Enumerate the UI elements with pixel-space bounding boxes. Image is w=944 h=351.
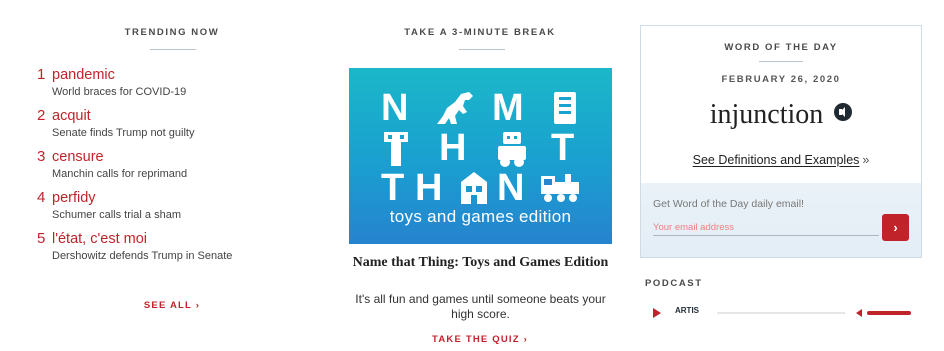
trending-word-link[interactable]: perfidy bbox=[52, 190, 96, 206]
wotd-word[interactable]: injunction bbox=[710, 99, 824, 130]
trending-heading: TRENDING NOW bbox=[124, 27, 220, 38]
dollhouse-icon bbox=[461, 172, 487, 204]
trending-description: Schumer calls trial a sham bbox=[52, 209, 181, 221]
volume-icon[interactable] bbox=[856, 309, 862, 317]
trending-description: World braces for COVID-19 bbox=[52, 86, 187, 98]
podcast-heading: PODCAST bbox=[645, 278, 703, 289]
quiz-title-link[interactable]: Name that Thing: Toys and Games Edition bbox=[349, 256, 612, 270]
trending-rank: 2 bbox=[37, 107, 46, 124]
wotd-heading: WORD OF THE DAY bbox=[724, 42, 838, 53]
see-definitions-row: See Definitions and Examples» bbox=[641, 153, 921, 167]
podcast-player: ARTIS bbox=[645, 303, 920, 323]
trending-now-section: TRENDING NOW 1 pandemic World braces for… bbox=[22, 0, 322, 351]
promo-letter: T bbox=[551, 127, 575, 169]
trending-word-link[interactable]: pandemic bbox=[52, 67, 115, 83]
trending-item-3[interactable]: 3 censure Manchin calls for reprimand bbox=[37, 148, 327, 189]
take-quiz-link[interactable]: TAKE THE QUIZ › bbox=[330, 334, 630, 345]
trending-rank: 4 bbox=[37, 189, 46, 206]
trending-list: 1 pandemic World braces for COVID-19 2 a… bbox=[37, 66, 327, 271]
break-heading: TAKE A 3-MINUTE BREAK bbox=[404, 27, 556, 38]
wotd-heading-rule bbox=[759, 61, 803, 62]
trending-item-4[interactable]: 4 perfidy Schumer calls trial a sham bbox=[37, 189, 327, 230]
trending-rank: 1 bbox=[37, 66, 46, 83]
trending-heading-rule bbox=[150, 49, 196, 50]
robot-toy-icon bbox=[498, 132, 526, 167]
trending-item-5[interactable]: 5 l'état, c'est moi Dershowitz defends T… bbox=[37, 230, 327, 271]
trending-rank: 5 bbox=[37, 230, 46, 247]
promo-letter: T bbox=[381, 167, 405, 209]
promo-letter: H bbox=[415, 167, 443, 209]
trending-description: Manchin calls for reprimand bbox=[52, 168, 188, 180]
wotd-date: FEBRUARY 26, 2020 bbox=[721, 74, 841, 85]
dinosaur-toy-icon bbox=[437, 92, 473, 124]
wotd-word-line: injunction bbox=[641, 99, 921, 131]
trending-word-link[interactable]: acquit bbox=[52, 108, 91, 124]
quiz-description: It's all fun and games until someone bea… bbox=[355, 292, 606, 321]
train-toy-icon bbox=[541, 174, 579, 202]
email-address-input[interactable] bbox=[653, 220, 879, 236]
podcast-logo: ARTIS bbox=[675, 306, 699, 315]
quiz-promo-section: TAKE A 3-MINUTE BREAK N M H T T H N toys… bbox=[330, 0, 630, 351]
promo-letter: N bbox=[381, 87, 409, 129]
promo-letter: M bbox=[492, 87, 524, 129]
quiz-promo-image[interactable]: N M H T T H N toys and games edition bbox=[349, 68, 612, 244]
podcast-progress-bar[interactable] bbox=[717, 312, 845, 314]
trending-item-1[interactable]: 1 pandemic World braces for COVID-19 bbox=[37, 66, 327, 107]
book-toy-icon bbox=[554, 92, 576, 124]
word-of-the-day-card: WORD OF THE DAY FEBRUARY 26, 2020 injunc… bbox=[640, 25, 922, 258]
break-heading-rule bbox=[459, 49, 505, 50]
volume-slider[interactable] bbox=[867, 311, 911, 315]
trending-description: Senate finds Trump not guilty bbox=[52, 127, 195, 139]
action-figure-icon bbox=[384, 132, 408, 166]
see-all-link[interactable]: SEE ALL › bbox=[22, 300, 322, 311]
trending-item-2[interactable]: 2 acquit Senate finds Trump not guilty bbox=[37, 107, 327, 148]
email-signup-label: Get Word of the Day daily email! bbox=[653, 198, 804, 210]
trending-rank: 3 bbox=[37, 148, 46, 165]
email-submit-button[interactable]: › bbox=[882, 214, 909, 241]
trending-description: Dershowitz defends Trump in Senate bbox=[52, 250, 233, 262]
audio-pronunciation-icon[interactable] bbox=[834, 103, 853, 121]
double-chevron-icon: » bbox=[862, 153, 870, 167]
wotd-email-signup: Get Word of the Day daily email! › bbox=[641, 183, 921, 257]
trending-word-link[interactable]: censure bbox=[52, 149, 104, 165]
promo-letter: H bbox=[439, 127, 467, 169]
promo-subtitle: toys and games edition bbox=[389, 207, 572, 226]
see-definitions-link[interactable]: See Definitions and Examples bbox=[693, 153, 860, 167]
play-icon[interactable] bbox=[653, 308, 661, 318]
promo-letter: N bbox=[497, 167, 525, 209]
trending-word-link[interactable]: l'état, c'est moi bbox=[52, 231, 147, 247]
